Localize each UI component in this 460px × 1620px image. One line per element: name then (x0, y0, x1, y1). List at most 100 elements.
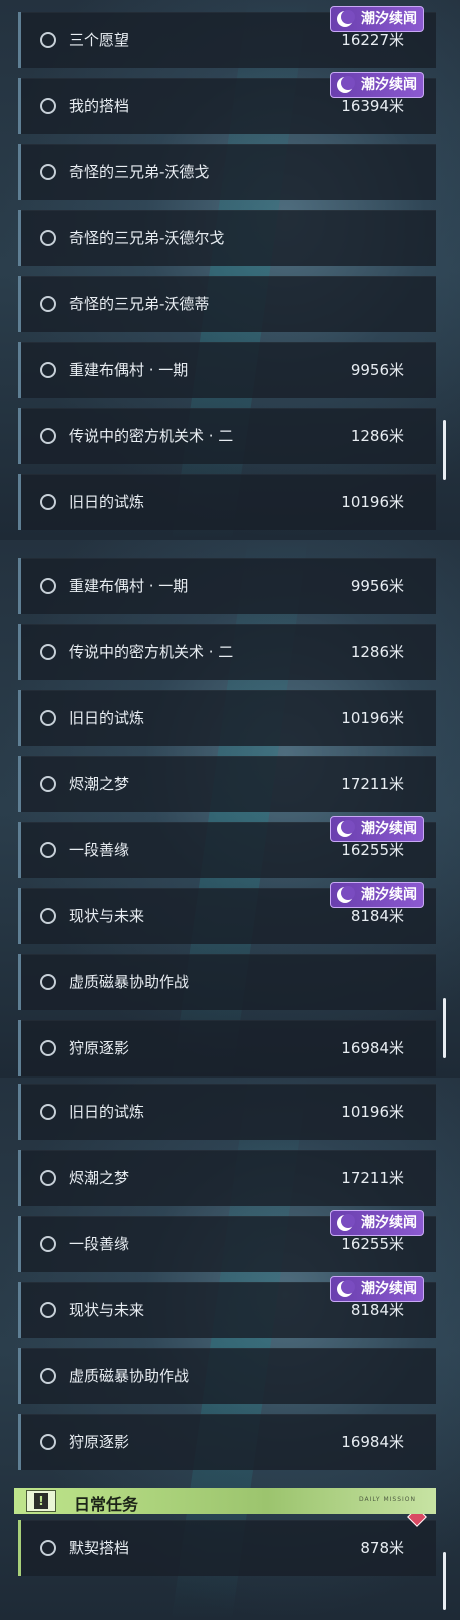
track-circle-icon[interactable] (40, 230, 56, 246)
quest-list-panel-1: 三个愿望 16227米 潮汐续闻 我的搭档 16394米 潮汐续闻 奇怪的三兄弟… (0, 0, 460, 540)
track-circle-icon[interactable] (40, 1540, 56, 1556)
track-circle-icon[interactable] (40, 776, 56, 792)
scrollbar-thumb[interactable] (443, 420, 446, 480)
quest-row[interactable]: 一段善缘 16255米 潮汐续闻 (18, 816, 436, 878)
quest-distance: 9956米 (350, 361, 404, 379)
track-circle-icon[interactable] (40, 1302, 56, 1318)
track-circle-icon[interactable] (40, 842, 56, 858)
badge-label: 潮汐续闻 (361, 821, 417, 837)
quest-title: 我的搭档 (69, 97, 130, 115)
track-circle-icon[interactable] (40, 974, 56, 990)
quest-distance: 16255米 (341, 841, 404, 859)
quest-title: 传说中的密方机关术 · 二 (69, 643, 234, 661)
quest-title: 旧日的试炼 (69, 1103, 145, 1121)
track-circle-icon[interactable] (40, 1368, 56, 1384)
quest-row[interactable]: 重建布偶村 · 一期 9956米 (18, 342, 436, 398)
quest-title: 奇怪的三兄弟-沃德尔戈 (69, 229, 225, 247)
track-circle-icon[interactable] (40, 164, 56, 180)
crescent-moon-icon (337, 1214, 355, 1231)
quest-row[interactable]: 旧日的试炼 10196米 (18, 474, 436, 530)
track-circle-icon[interactable] (40, 908, 56, 924)
quest-row[interactable]: 现状与未来 8184米 潮汐续闻 (18, 882, 436, 944)
quest-row[interactable]: 三个愿望 16227米 潮汐续闻 (18, 6, 436, 68)
quest-distance: 16255米 (341, 1235, 404, 1253)
quest-title: 狩原逐影 (69, 1433, 130, 1451)
quest-title: 旧日的试炼 (69, 493, 145, 511)
quest-list-panel-2: 重建布偶村 · 一期 9956米 传说中的密方机关术 · 二 1286米 旧日的… (0, 540, 460, 1078)
quest-distance: 1286米 (350, 643, 404, 661)
quest-title: 狩原逐影 (69, 1039, 130, 1057)
quest-title: 奇怪的三兄弟-沃德戈 (69, 163, 210, 181)
quest-row[interactable]: 旧日的试炼 10196米 (18, 1084, 436, 1140)
quest-distance: 17211米 (341, 1169, 404, 1187)
track-circle-icon[interactable] (40, 578, 56, 594)
quest-distance: 8184米 (350, 907, 404, 925)
quest-title: 三个愿望 (69, 31, 130, 49)
tide-story-badge: 潮汐续闻 (330, 72, 424, 98)
quest-distance: 10196米 (341, 493, 404, 511)
daily-mission-title: 日常任务 (74, 1495, 139, 1514)
track-circle-icon[interactable] (40, 1236, 56, 1252)
daily-mission-header[interactable]: ! 日常任务 DAILY MISSION (14, 1488, 436, 1514)
quest-title: 奇怪的三兄弟-沃德蒂 (69, 295, 210, 313)
quest-distance: 16984米 (341, 1039, 404, 1057)
daily-quest-row[interactable]: 默契搭档 878米 (18, 1507, 436, 1576)
quest-row[interactable]: 传说中的密方机关术 · 二 1286米 (18, 408, 436, 464)
quest-row[interactable]: 奇怪的三兄弟-沃德戈 (18, 144, 436, 200)
track-circle-icon[interactable] (40, 1434, 56, 1450)
quest-title: 烬潮之梦 (69, 775, 130, 793)
quest-row[interactable]: 旧日的试炼 10196米 (18, 690, 436, 746)
quest-row[interactable]: 狩原逐影 16984米 (18, 1414, 436, 1470)
daily-mission-subtitle: DAILY MISSION (358, 1496, 416, 1503)
scrollbar-thumb[interactable] (443, 1552, 446, 1610)
quest-title: 烬潮之梦 (69, 1169, 130, 1187)
track-circle-icon[interactable] (40, 644, 56, 660)
badge-label: 潮汐续闻 (361, 1281, 417, 1297)
quest-row[interactable]: 传说中的密方机关术 · 二 1286米 (18, 624, 436, 680)
track-circle-icon[interactable] (40, 1170, 56, 1186)
track-circle-icon[interactable] (40, 494, 56, 510)
track-circle-icon[interactable] (40, 428, 56, 444)
track-circle-icon[interactable] (40, 98, 56, 114)
quest-title: 一段善缘 (69, 1235, 130, 1253)
crescent-moon-icon (337, 886, 355, 903)
track-circle-icon[interactable] (40, 32, 56, 48)
crescent-moon-icon (337, 10, 355, 27)
tide-story-badge: 潮汐续闻 (330, 816, 424, 842)
quest-distance: 9956米 (350, 577, 404, 595)
quest-row[interactable]: 我的搭档 16394米 潮汐续闻 (18, 72, 436, 134)
quest-title: 虚质磁暴协助作战 (69, 1367, 190, 1385)
tide-story-badge: 潮汐续闻 (330, 1276, 424, 1302)
track-circle-icon[interactable] (40, 710, 56, 726)
quest-row[interactable]: 奇怪的三兄弟-沃德尔戈 (18, 210, 436, 266)
crescent-moon-icon (337, 1280, 355, 1297)
scrollbar-thumb[interactable] (443, 998, 446, 1058)
track-circle-icon[interactable] (40, 296, 56, 312)
quest-title: 现状与未来 (69, 1301, 145, 1319)
track-circle-icon[interactable] (40, 1040, 56, 1056)
exclamation-icon: ! (26, 1490, 56, 1512)
quest-distance: 878米 (360, 1539, 404, 1557)
track-circle-icon[interactable] (40, 362, 56, 378)
quest-list-panel-3: 旧日的试炼 10196米 烬潮之梦 17211米 一段善缘 16255米 潮汐续… (0, 1078, 460, 1620)
quest-row[interactable]: 奇怪的三兄弟-沃德蒂 (18, 276, 436, 332)
quest-row[interactable]: 现状与未来 8184米 潮汐续闻 (18, 1276, 436, 1338)
quest-distance: 10196米 (341, 1103, 404, 1121)
track-circle-icon[interactable] (40, 1104, 56, 1120)
quest-title: 默契搭档 (69, 1539, 130, 1557)
quest-row[interactable]: 烬潮之梦 17211米 (18, 1150, 436, 1206)
quest-distance: 16394米 (341, 97, 404, 115)
quest-row[interactable]: 重建布偶村 · 一期 9956米 (18, 558, 436, 614)
quest-title: 传说中的密方机关术 · 二 (69, 427, 234, 445)
tide-story-badge: 潮汐续闻 (330, 882, 424, 908)
badge-label: 潮汐续闻 (361, 77, 417, 93)
quest-row[interactable]: 一段善缘 16255米 潮汐续闻 (18, 1210, 436, 1272)
quest-row[interactable]: 狩原逐影 16984米 (18, 1020, 436, 1076)
quest-distance: 8184米 (350, 1301, 404, 1319)
quest-row[interactable]: 虚质磁暴协助作战 (18, 1348, 436, 1404)
crescent-moon-icon (337, 820, 355, 837)
quest-row[interactable]: 烬潮之梦 17211米 (18, 756, 436, 812)
crescent-moon-icon (337, 76, 355, 93)
badge-label: 潮汐续闻 (361, 11, 417, 27)
quest-row[interactable]: 虚质磁暴协助作战 (18, 954, 436, 1010)
